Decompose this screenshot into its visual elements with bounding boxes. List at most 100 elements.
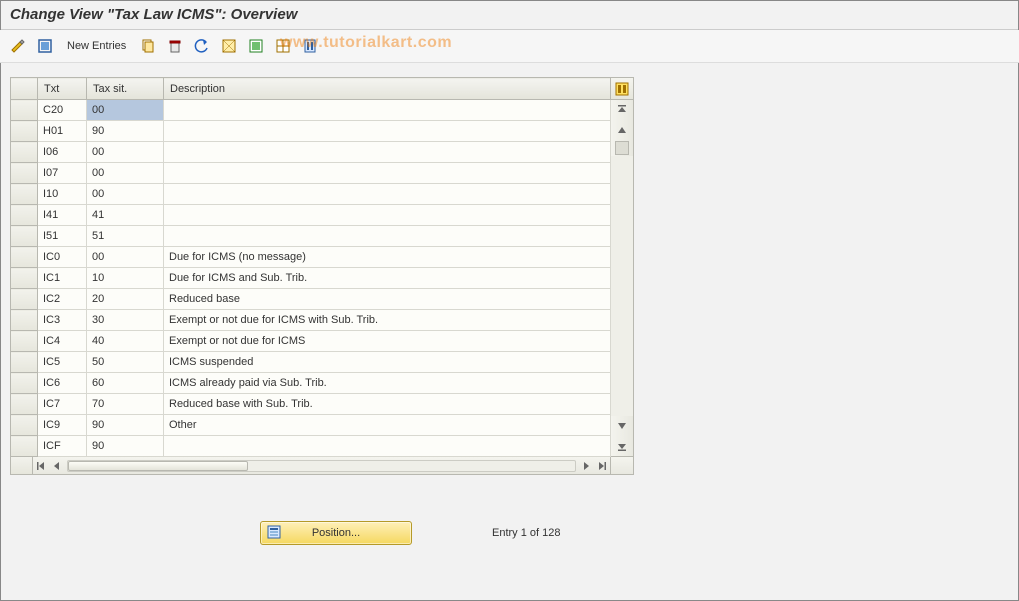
- table-row[interactable]: IC440Exempt or not due for ICMS: [11, 331, 611, 352]
- cell-taxsit[interactable]: 00: [87, 163, 164, 184]
- hscroll-first-icon[interactable]: [33, 457, 49, 474]
- row-selector[interactable]: [11, 352, 38, 373]
- other-entry-icon[interactable]: [33, 35, 57, 57]
- row-selector[interactable]: [11, 436, 38, 457]
- row-selector[interactable]: [11, 121, 38, 142]
- row-selector[interactable]: [11, 163, 38, 184]
- cell-description[interactable]: [164, 226, 611, 247]
- cell-taxsit[interactable]: 50: [87, 352, 164, 373]
- cell-txt[interactable]: IC7: [38, 394, 87, 415]
- table-row[interactable]: I5151: [11, 226, 611, 247]
- table-row[interactable]: IC770Reduced base with Sub. Trib.: [11, 394, 611, 415]
- cell-taxsit[interactable]: 10: [87, 268, 164, 289]
- cell-description[interactable]: [164, 142, 611, 163]
- cell-description[interactable]: [164, 436, 611, 457]
- row-selector[interactable]: [11, 205, 38, 226]
- table-row[interactable]: IC330Exempt or not due for ICMS with Sub…: [11, 310, 611, 331]
- cell-txt[interactable]: ICF: [38, 436, 87, 457]
- deselect-all-icon[interactable]: [271, 35, 295, 57]
- hscroll-right-icon[interactable]: [578, 457, 594, 474]
- cell-txt[interactable]: IC2: [38, 289, 87, 310]
- row-selector[interactable]: [11, 142, 38, 163]
- table-settings-icon[interactable]: [611, 78, 633, 100]
- cell-description[interactable]: Reduced base: [164, 289, 611, 310]
- table-row[interactable]: IC220Reduced base: [11, 289, 611, 310]
- row-selector[interactable]: [11, 268, 38, 289]
- cell-description[interactable]: Exempt or not due for ICMS: [164, 331, 611, 352]
- config-icon[interactable]: [298, 35, 322, 57]
- cell-description[interactable]: Other: [164, 415, 611, 436]
- cell-taxsit[interactable]: 00: [87, 184, 164, 205]
- col-txt[interactable]: Txt: [38, 78, 87, 100]
- hscroll-last-icon[interactable]: [594, 457, 610, 474]
- cell-description[interactable]: Reduced base with Sub. Trib.: [164, 394, 611, 415]
- cell-txt[interactable]: IC9: [38, 415, 87, 436]
- col-taxsit[interactable]: Tax sit.: [87, 78, 164, 100]
- cell-taxsit[interactable]: 41: [87, 205, 164, 226]
- row-selector[interactable]: [11, 415, 38, 436]
- hscroll-thumb[interactable]: [68, 461, 248, 471]
- select-block-icon[interactable]: [244, 35, 268, 57]
- vertical-scrollbar[interactable]: [611, 77, 634, 457]
- cell-taxsit[interactable]: 00: [87, 100, 164, 121]
- scroll-bottom-icon[interactable]: [611, 436, 633, 456]
- cell-txt[interactable]: IC6: [38, 373, 87, 394]
- cell-description[interactable]: Due for ICMS (no message): [164, 247, 611, 268]
- cell-txt[interactable]: IC5: [38, 352, 87, 373]
- cell-taxsit[interactable]: 40: [87, 331, 164, 352]
- scroll-down-icon[interactable]: [611, 416, 633, 436]
- new-entries-button[interactable]: New Entries: [60, 37, 133, 55]
- row-selector[interactable]: [11, 247, 38, 268]
- table-row[interactable]: ICF90: [11, 436, 611, 457]
- scroll-thumb[interactable]: [611, 140, 633, 156]
- table-row[interactable]: I0600: [11, 142, 611, 163]
- undo-icon[interactable]: [190, 35, 214, 57]
- cell-description[interactable]: [164, 205, 611, 226]
- cell-txt[interactable]: IC3: [38, 310, 87, 331]
- cell-txt[interactable]: IC1: [38, 268, 87, 289]
- delete-icon[interactable]: [163, 35, 187, 57]
- row-selector[interactable]: [11, 394, 38, 415]
- cell-description[interactable]: Due for ICMS and Sub. Trib.: [164, 268, 611, 289]
- cell-taxsit[interactable]: 60: [87, 373, 164, 394]
- cell-description[interactable]: [164, 100, 611, 121]
- cell-taxsit[interactable]: 90: [87, 415, 164, 436]
- scroll-top-icon[interactable]: [611, 100, 633, 120]
- cell-taxsit[interactable]: 51: [87, 226, 164, 247]
- cell-taxsit[interactable]: 90: [87, 436, 164, 457]
- hscroll-left-icon[interactable]: [49, 457, 65, 474]
- cell-description[interactable]: Exempt or not due for ICMS with Sub. Tri…: [164, 310, 611, 331]
- table-row[interactable]: IC550ICMS suspended: [11, 352, 611, 373]
- cell-description[interactable]: ICMS suspended: [164, 352, 611, 373]
- table-row[interactable]: IC000Due for ICMS (no message): [11, 247, 611, 268]
- col-description[interactable]: Description: [164, 78, 611, 100]
- row-selector[interactable]: [11, 226, 38, 247]
- cell-txt[interactable]: H01: [38, 121, 87, 142]
- cell-taxsit[interactable]: 30: [87, 310, 164, 331]
- cell-txt[interactable]: I10: [38, 184, 87, 205]
- row-selector[interactable]: [11, 289, 38, 310]
- cell-txt[interactable]: IC0: [38, 247, 87, 268]
- col-rowselector[interactable]: [11, 78, 38, 100]
- row-selector[interactable]: [11, 310, 38, 331]
- cell-txt[interactable]: I07: [38, 163, 87, 184]
- cell-taxsit[interactable]: 00: [87, 142, 164, 163]
- cell-description[interactable]: [164, 121, 611, 142]
- cell-txt[interactable]: IC4: [38, 331, 87, 352]
- table-row[interactable]: IC990Other: [11, 415, 611, 436]
- table-row[interactable]: I0700: [11, 163, 611, 184]
- cell-txt[interactable]: I41: [38, 205, 87, 226]
- table-row[interactable]: I4141: [11, 205, 611, 226]
- cell-description[interactable]: [164, 184, 611, 205]
- cell-txt[interactable]: C20: [38, 100, 87, 121]
- row-selector[interactable]: [11, 184, 38, 205]
- table-row[interactable]: IC110Due for ICMS and Sub. Trib.: [11, 268, 611, 289]
- table-row[interactable]: H0190: [11, 121, 611, 142]
- cell-taxsit[interactable]: 00: [87, 247, 164, 268]
- cell-taxsit[interactable]: 90: [87, 121, 164, 142]
- horizontal-scrollbar[interactable]: [10, 457, 634, 475]
- select-all-icon[interactable]: [217, 35, 241, 57]
- copy-icon[interactable]: [136, 35, 160, 57]
- toggle-change-icon[interactable]: [6, 35, 30, 57]
- cell-taxsit[interactable]: 70: [87, 394, 164, 415]
